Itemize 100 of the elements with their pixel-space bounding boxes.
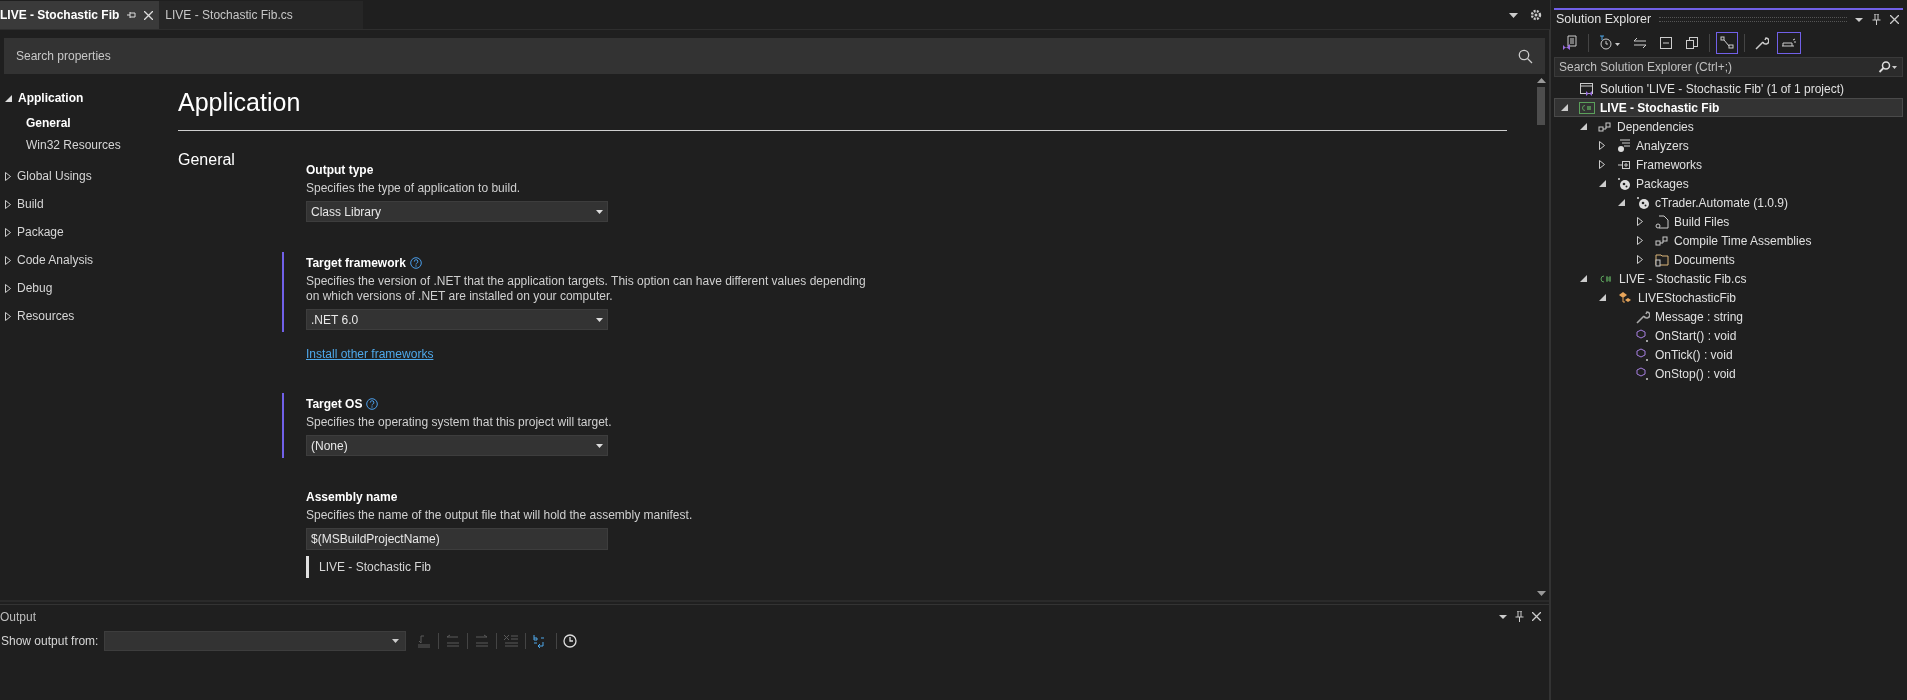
tree-item[interactable]: OnStart() : void [1554,326,1903,345]
settings-icon[interactable] [1530,9,1542,21]
search-input[interactable]: Search properties [16,41,1518,71]
help-icon[interactable] [409,257,422,269]
tree-item[interactable]: Build Files [1554,212,1903,231]
tree-item[interactable]: Dependencies [1554,117,1903,136]
dropdown-icon[interactable] [1855,17,1863,22]
cube-icon [1636,347,1650,362]
tree-item[interactable]: Message : string [1554,307,1903,326]
caret-icon [596,209,603,214]
collapsed-icon[interactable] [1637,255,1643,264]
dependencies-icon [1655,234,1669,247]
nav-item[interactable]: Package [5,218,170,246]
nav-item[interactable]: Debug [5,274,170,302]
collapsed-icon [5,227,11,237]
dropdown[interactable]: .NET 6.0 [306,309,608,330]
dropdown[interactable]: (None) [306,435,608,456]
clock-icon[interactable] [563,634,578,648]
tree-item[interactable]: cTrader.Automate (1.0.9) [1554,193,1903,212]
document-tab[interactable]: LIVE - Stochastic Fib [0,1,160,29]
expanded-icon[interactable] [1580,123,1587,130]
copies-icon [1685,36,1699,50]
show-output-label: Show output from: [0,633,99,650]
csharp-file-icon [1598,272,1614,285]
folder-icon [1655,252,1669,267]
clock-icon [1599,35,1621,51]
field-label: Target OS [306,396,363,413]
document-tab[interactable]: LIVE - Stochastic Fib.cs [159,1,363,29]
pin-icon[interactable] [1515,611,1524,622]
scroll-up-icon[interactable] [1536,78,1546,83]
text-field[interactable]: $(MSBuildProjectName) [306,528,608,550]
search-icon [1518,48,1533,64]
tree-item[interactable]: Compile Time Assemblies [1554,231,1903,250]
csharp-project-icon [1579,101,1595,114]
cube-icon [1636,366,1650,381]
link[interactable]: Install other frameworks [306,345,434,363]
help-icon[interactable] [366,398,379,410]
expanded-icon [5,94,12,102]
collapsed-icon [5,199,11,209]
scroll-down-icon[interactable] [1536,591,1546,596]
file-icon [1655,214,1669,229]
nav-item[interactable]: Global Usings [5,162,170,190]
nav-item[interactable]: Code Analysis [5,246,170,274]
collapsed-icon[interactable] [1637,217,1643,226]
field-label: Target framework [306,255,406,272]
expanded-icon[interactable] [1561,104,1568,111]
preview-button[interactable] [1777,32,1801,54]
tree-item[interactable]: LIVE - Stochastic Fib.cs [1554,269,1903,288]
dropdown-icon[interactable] [1509,12,1518,18]
close-icon[interactable] [1890,15,1899,24]
collapsed-icon [5,311,11,321]
tree-item[interactable]: OnStop() : void [1554,364,1903,383]
field-description: Specifies the operating system that this project will target. [306,415,613,430]
collapsed-icon[interactable] [1599,141,1605,150]
analyzer-icon [1617,138,1631,153]
scrollbar-thumb[interactable] [1537,87,1545,125]
expanded-icon[interactable] [1599,294,1606,301]
tree-item[interactable]: Analyzers [1554,136,1903,155]
expanded-icon[interactable] [1618,199,1625,206]
field-description: Specifies the version of .NET that the application targets. This option can have different values depending on which versions of .NET are installed on your computer. [306,274,866,304]
nav-item[interactable]: Build [5,190,170,218]
expanded-icon[interactable] [1599,180,1606,187]
dropdown-icon[interactable] [1499,614,1507,619]
collapsed-icon[interactable] [1599,160,1605,169]
tree-item[interactable]: OnTick() : void [1554,345,1903,364]
dependencies-icon [1598,120,1612,133]
search-bar[interactable]: Search Solution Explorer (Ctrl+;) [1554,57,1903,77]
nav-item[interactable]: Resources [5,302,170,330]
dropdown[interactable]: Class Library [306,201,608,222]
preview-text: LIVE - Stochastic Fib [306,556,866,578]
nav-subitem[interactable]: General [5,112,170,134]
pin-icon[interactable] [127,11,137,19]
tree-button[interactable] [1716,32,1738,54]
nav-subitem[interactable]: Win32 Resources [5,134,170,156]
collapsed-icon [5,255,11,265]
tree-item[interactable]: Packages [1554,174,1903,193]
caret-icon [596,317,603,322]
pin-icon[interactable] [1872,14,1881,25]
tree-item[interactable]: Documents [1554,250,1903,269]
section-heading: General [178,150,236,170]
field-label: Output type [306,162,374,179]
collapsed-icon[interactable] [1637,236,1643,245]
close-icon[interactable] [144,10,154,20]
collapsed-icon [5,171,11,181]
wrench-icon [1636,309,1650,324]
tree-item[interactable]: LIVE - Stochastic Fib [1554,98,1903,117]
collapsed-icon [5,283,11,293]
nav-item[interactable]: Application [5,84,170,112]
tree-item[interactable]: Frameworks [1554,155,1903,174]
sync-icon [1633,36,1647,50]
search-bar[interactable]: Search properties [4,38,1545,74]
framework-icon [1617,158,1631,171]
panel-title: Solution Explorer [1555,11,1652,29]
preview-icon [1781,37,1797,49]
tree-item[interactable]: Solution 'LIVE - Stochastic Fib' (1 of 1 project) [1554,79,1903,98]
search-icon [1878,61,1898,73]
close-icon[interactable] [1532,612,1541,621]
search-input[interactable]: Search Solution Explorer (Ctrl+;) [1559,58,1878,76]
tree-item[interactable]: LIVEStochasticFib [1554,288,1903,307]
expanded-icon[interactable] [1580,275,1587,282]
